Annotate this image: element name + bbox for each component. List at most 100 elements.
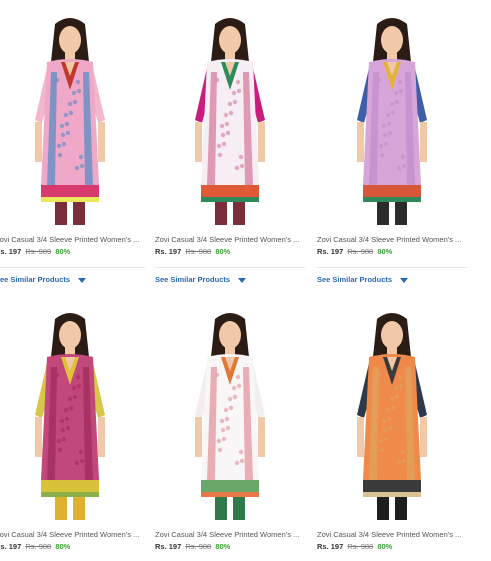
- print-dot: [396, 165, 402, 171]
- product-price: Rs. 197 Rs. 988 80%: [0, 542, 70, 551]
- chevron-down-icon: [400, 277, 409, 283]
- original-price: Rs. 988: [347, 542, 374, 551]
- kurta-hem-border: [41, 197, 99, 202]
- right-leg: [233, 202, 245, 225]
- see-similar-label: See Similar Products: [0, 275, 71, 284]
- print-dot: [236, 383, 242, 389]
- right-arm: [420, 122, 427, 162]
- discount-badge: 80%: [215, 542, 231, 551]
- product-image[interactable]: [0, 10, 145, 225]
- face-shape: [59, 26, 81, 54]
- kurta-hem: [201, 480, 259, 492]
- print-dot: [75, 79, 81, 85]
- right-arm: [258, 122, 265, 162]
- print-dot: [65, 425, 71, 431]
- see-similar-products-link[interactable]: See Similar Products: [0, 275, 87, 284]
- left-arm: [357, 417, 364, 457]
- print-dot: [54, 77, 60, 83]
- print-dot: [382, 132, 388, 138]
- original-price: Rs. 988: [185, 247, 212, 256]
- see-similar-products-link[interactable]: See Similar Products: [317, 275, 409, 284]
- print-dot: [231, 385, 237, 391]
- print-dot: [75, 374, 81, 380]
- print-dot: [228, 110, 234, 116]
- original-price: Rs. 988: [185, 542, 212, 551]
- left-leg: [55, 497, 67, 520]
- print-dot: [397, 374, 403, 380]
- print-dot: [379, 152, 385, 158]
- chevron-down-icon: [238, 277, 247, 283]
- sale-price: Rs. 197: [155, 542, 182, 551]
- left-arm: [195, 417, 202, 457]
- print-dot: [382, 427, 388, 433]
- print-dot: [67, 396, 73, 402]
- left-leg: [377, 497, 389, 520]
- product-price: Rs. 197 Rs. 988 80%: [317, 542, 392, 551]
- original-price: Rs. 988: [347, 247, 374, 256]
- original-price: Rs. 989: [25, 247, 52, 256]
- print-dot: [78, 154, 84, 160]
- print-dot: [221, 141, 227, 147]
- print-dot: [220, 427, 226, 433]
- divider: [155, 267, 305, 268]
- print-dot: [221, 436, 227, 442]
- print-dot: [389, 396, 395, 402]
- product-title[interactable]: Zovi Casual 3/4 Sleeve Printed Women's .…: [317, 235, 475, 244]
- print-dot: [400, 154, 406, 160]
- print-dot: [397, 79, 403, 85]
- kurta-hem-border: [41, 492, 99, 497]
- product-image[interactable]: [317, 10, 467, 225]
- print-dot: [234, 460, 240, 466]
- print-dot: [54, 372, 60, 378]
- print-dot: [381, 123, 387, 129]
- print-dot: [216, 438, 222, 444]
- product-title[interactable]: Zovi Casual 3/4 Sleeve Printed Women's .…: [0, 530, 153, 539]
- print-dot: [227, 101, 233, 107]
- discount-badge: 80%: [377, 542, 393, 551]
- chevron-down-icon: [78, 277, 87, 283]
- product-image[interactable]: [317, 305, 467, 520]
- product-title[interactable]: Zovi Casual 3/4 Sleeve Printed Women's .…: [317, 530, 475, 539]
- print-dot: [63, 407, 69, 413]
- print-dot: [239, 163, 245, 169]
- left-arm: [35, 417, 42, 457]
- right-leg: [395, 497, 407, 520]
- print-dot: [239, 458, 245, 464]
- print-dot: [376, 372, 382, 378]
- sale-price: Rs. 197: [317, 247, 344, 256]
- print-dot: [396, 460, 402, 466]
- print-dot: [235, 79, 241, 85]
- print-dot: [74, 460, 80, 466]
- print-dot: [401, 458, 407, 464]
- right-arm: [98, 417, 105, 457]
- product-image[interactable]: [155, 10, 305, 225]
- sale-price: Rs. 197: [317, 542, 344, 551]
- print-dot: [225, 425, 231, 431]
- print-dot: [61, 141, 67, 147]
- product-title[interactable]: Zovi Casual 3/4 Sleeve Printed Women's .…: [0, 235, 153, 244]
- print-dot: [223, 407, 229, 413]
- print-dot: [60, 132, 66, 138]
- print-dot: [214, 372, 220, 378]
- print-dot: [65, 130, 71, 136]
- print-dot: [376, 77, 382, 83]
- right-arm: [420, 417, 427, 457]
- face-shape: [381, 26, 403, 54]
- print-dot: [74, 165, 80, 171]
- product-image[interactable]: [155, 305, 305, 520]
- print-dot: [61, 436, 67, 442]
- see-similar-products-link[interactable]: See Similar Products: [155, 275, 247, 284]
- right-arm: [258, 417, 265, 457]
- print-dot: [68, 110, 74, 116]
- print-dot: [393, 385, 399, 391]
- product-title[interactable]: Zovi Casual 3/4 Sleeve Printed Women's .…: [155, 235, 313, 244]
- print-dot: [394, 99, 400, 105]
- product-title[interactable]: Zovi Casual 3/4 Sleeve Printed Women's .…: [155, 530, 313, 539]
- print-dot: [78, 449, 84, 455]
- product-price: Rs. 197 Rs. 988 80%: [155, 542, 230, 551]
- print-dot: [231, 90, 237, 96]
- product-image[interactable]: [0, 305, 145, 520]
- print-dot: [238, 449, 244, 455]
- print-dot: [216, 143, 222, 149]
- print-dot: [56, 143, 62, 149]
